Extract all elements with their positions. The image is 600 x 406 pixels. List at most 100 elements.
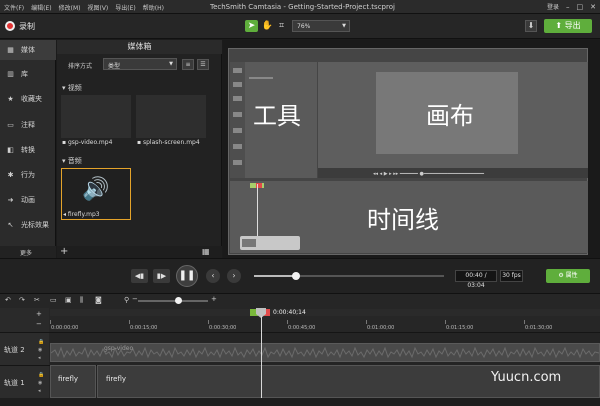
redo-icon[interactable]: ↷ xyxy=(19,296,25,304)
audio-item-label: ◂ firefly.mp3 xyxy=(63,211,100,218)
pause-button[interactable]: ❚❚ xyxy=(176,265,198,287)
tool-icon xyxy=(233,144,242,149)
canvas-label-timeline: 时间线 xyxy=(367,206,439,234)
ruler-tick-label: 0:01:15;00 xyxy=(446,325,474,331)
sidebar-item-animations[interactable]: ➜ 动画 xyxy=(0,190,56,210)
menu-edit[interactable]: 编辑(E) xyxy=(31,3,51,12)
login-button[interactable]: 登录 xyxy=(547,2,559,11)
visibility-icon[interactable]: ◉ xyxy=(38,347,42,354)
sidebar-item-behaviors[interactable]: ✱ 行为 xyxy=(0,165,56,185)
step-back-button[interactable]: ◀▮ xyxy=(131,269,148,283)
sidebar-item-transitions[interactable]: ◧ 转换 xyxy=(0,140,56,160)
sidebar-item-favorites[interactable]: ★ 收藏夹 xyxy=(0,89,56,109)
video-filename: splash-screen.mp4 xyxy=(142,139,200,146)
video-thumbnail[interactable] xyxy=(136,95,206,138)
grid-view-icon[interactable]: ▦ xyxy=(202,247,212,257)
download-icon[interactable]: ⬇ xyxy=(525,20,537,32)
remove-track-icon[interactable]: − xyxy=(36,320,42,328)
sidebar-item-label: 库 xyxy=(21,70,28,78)
scrub-handle[interactable] xyxy=(291,272,300,280)
close-icon[interactable]: ✕ xyxy=(590,3,596,11)
audio-clip-label: firefly xyxy=(106,375,126,383)
export-label: 导出 xyxy=(564,21,581,30)
ruler-tick-mark xyxy=(445,320,446,324)
annotation-icon: ▭ xyxy=(7,121,14,129)
sort-label: 排序方式 xyxy=(68,63,93,70)
audio-clip-label: firefly xyxy=(58,375,78,383)
copy-icon[interactable]: ▭ xyxy=(50,296,57,304)
step-forward-button[interactable]: ▮▶ xyxy=(153,269,170,283)
ruler-tick-label: 0:00:30;00 xyxy=(209,325,237,331)
add-track-icon[interactable]: + xyxy=(36,310,42,318)
zoom-in-icon[interactable]: + xyxy=(211,295,217,303)
lock-icon[interactable]: 🔒 xyxy=(38,372,44,379)
menu-modify[interactable]: 修改(M) xyxy=(59,3,81,12)
time-display: 00:40 / 03:04 xyxy=(455,270,497,289)
minimize-icon[interactable]: – xyxy=(566,3,570,11)
sidebar-item-label: 收藏夹 xyxy=(21,95,42,103)
video-thumbnail[interactable] xyxy=(61,95,131,138)
tool-sidebar: ▦ 媒体 ▥ 库 ★ 收藏夹 ▭ 注释 ◧ 转换 ✱ 行为 ➜ 动画 ↖ 光标效果 xyxy=(0,40,56,258)
audio-section-header[interactable]: ▾ 音频 xyxy=(62,156,82,166)
record-button[interactable]: 录制 xyxy=(19,21,35,32)
timeline-zoom-track[interactable] xyxy=(138,300,208,302)
undo-icon[interactable]: ↶ xyxy=(5,296,11,304)
menu-export[interactable]: 导出(E) xyxy=(115,3,135,12)
ruler-tick-label: 0:01:30;00 xyxy=(525,325,553,331)
zoom-out-icon[interactable]: − xyxy=(132,295,138,303)
sidebar-item-media[interactable]: ▦ 媒体 xyxy=(0,40,56,60)
mute-icon[interactable]: ◂ xyxy=(38,388,41,395)
tool-icon xyxy=(233,96,242,101)
playhead-line xyxy=(261,316,262,406)
snapshot-icon[interactable]: ◙ xyxy=(95,296,102,304)
sidebar-item-cursor-effects[interactable]: ↖ 光标效果 xyxy=(0,215,56,235)
sort-dropdown[interactable]: 类型 ▼ xyxy=(103,58,177,70)
menu-view[interactable]: 视图(V) xyxy=(87,3,108,12)
ruler-tick-mark xyxy=(287,320,288,324)
sidebar-item-label: 媒体 xyxy=(21,46,35,54)
zoom-icon[interactable]: ⚲ xyxy=(124,296,129,304)
media-bin-title: 媒体箱 xyxy=(57,40,222,54)
crop-tool-icon[interactable]: ⌗ xyxy=(275,20,288,32)
sidebar-item-annotations[interactable]: ▭ 注释 xyxy=(0,115,56,135)
sidebar-item-library[interactable]: ▥ 库 xyxy=(0,64,56,84)
menu-file[interactable]: 文件(F) xyxy=(4,3,24,12)
library-icon: ▥ xyxy=(7,70,14,78)
video-section-header[interactable]: ▾ 视频 xyxy=(62,83,82,93)
previous-clip-button[interactable]: ‹ xyxy=(206,269,220,283)
tool-icon xyxy=(233,68,242,73)
ruler-tick-label: 0:01:00;00 xyxy=(367,325,395,331)
select-tool-icon[interactable]: ➤ xyxy=(245,20,258,32)
list-view-icon[interactable]: ☰ xyxy=(197,59,209,70)
cut-icon[interactable]: ✂ xyxy=(34,296,40,304)
more-button[interactable]: 更多 xyxy=(0,246,56,258)
ruler-tick-mark xyxy=(129,320,130,324)
transition-icon: ◧ xyxy=(7,146,14,154)
zoom-dropdown[interactable]: 76% ▼ xyxy=(292,20,350,32)
next-clip-button[interactable]: › xyxy=(227,269,241,283)
waveform-icon xyxy=(51,346,599,359)
canvas-timeline-clip-thumb xyxy=(242,239,256,247)
properties-button[interactable]: ⚙ 属性 xyxy=(546,269,590,283)
split-icon[interactable]: ⫼ xyxy=(80,296,83,305)
visibility-icon[interactable]: ◉ xyxy=(38,380,42,387)
scrub-progress xyxy=(254,275,296,277)
sort-value: 类型 xyxy=(108,63,121,70)
canvas-playback-controls: ◂◂ ◂ ▶ ▸ ▸▸ ━━━━━━ ●━━━━━━━━━━━━━━━━━━━━ xyxy=(373,171,485,177)
add-media-icon[interactable]: + xyxy=(60,246,68,257)
record-icon[interactable] xyxy=(5,21,15,31)
marker-bar[interactable] xyxy=(50,309,600,316)
maximize-icon[interactable]: □ xyxy=(577,3,584,11)
menu-help[interactable]: 帮助(H) xyxy=(143,3,164,12)
mute-icon[interactable]: ◂ xyxy=(38,355,41,362)
paste-icon[interactable]: ▣ xyxy=(65,296,72,304)
timeline-zoom-handle[interactable] xyxy=(175,297,182,304)
sort-order-icon[interactable]: ≡ xyxy=(182,59,194,70)
pan-tool-icon[interactable]: ✋ xyxy=(261,20,274,32)
watermark-text: Yuucn.com xyxy=(491,370,562,385)
timeline-scrollbar[interactable] xyxy=(0,398,600,406)
lock-icon[interactable]: 🔒 xyxy=(38,339,44,346)
tool-icon xyxy=(233,82,242,87)
track-header: 轨道 1 🔒 ◉ ◂ xyxy=(0,366,49,398)
export-button[interactable]: ⬆ 导出 xyxy=(544,19,592,33)
